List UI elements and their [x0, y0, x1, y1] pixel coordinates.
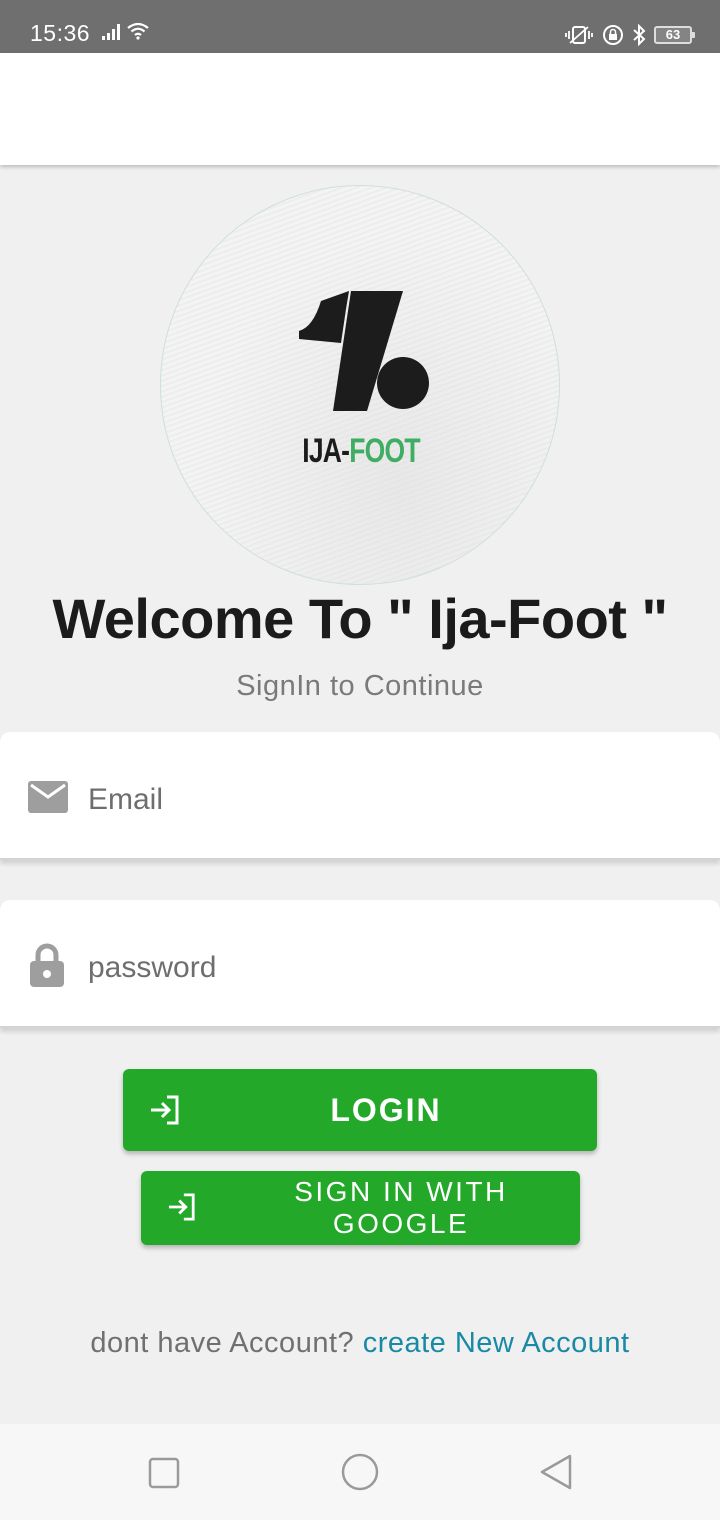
wifi-icon [127, 22, 149, 40]
status-right-icons: 63 [564, 24, 695, 46]
brand-name-part2: FOOT [349, 432, 420, 470]
mail-icon [28, 781, 68, 813]
email-field-container [0, 732, 720, 860]
logo-mark-icon [299, 291, 429, 411]
login-button-label: LOGIN [330, 1091, 442, 1128]
logo-image: IJA-FOOT [160, 185, 560, 585]
brand-name-part1: IJA- [302, 432, 350, 470]
back-triangle-icon[interactable] [538, 1453, 574, 1491]
home-circle-icon[interactable] [340, 1452, 380, 1492]
google-signin-button[interactable]: SIGN IN WITH GOOGLE [141, 1171, 580, 1245]
signin-subtitle: SignIn to Continue [236, 670, 484, 702]
create-account-link[interactable]: create New Account [363, 1327, 630, 1359]
password-input[interactable] [88, 940, 688, 996]
brand-name: IJA-FOOT [205, 432, 517, 471]
google-signin-label: SIGN IN WITH GOOGLE [294, 1176, 508, 1239]
bluetooth-icon [633, 24, 646, 46]
status-bar: 15:36 63 [0, 0, 720, 53]
welcome-title: Welcome To " Ija-Foot " [52, 587, 668, 650]
password-field-container [0, 900, 720, 1028]
rotation-lock-icon [603, 25, 623, 45]
vibrate-icon [565, 26, 593, 44]
lock-icon [30, 943, 64, 987]
login-icon [151, 1095, 179, 1125]
app-bar [0, 53, 720, 165]
login-icon [168, 1193, 195, 1221]
signup-prompt: dont have Account? create New Account [0, 1327, 720, 1360]
status-time: 15:36 [30, 20, 91, 46]
status-left-icons [102, 22, 150, 40]
signal-icon [102, 22, 120, 40]
login-button[interactable]: LOGIN [123, 1069, 597, 1151]
battery-icon: 63 [654, 26, 695, 44]
email-input[interactable] [88, 772, 688, 828]
recents-square-icon[interactable] [148, 1457, 180, 1489]
system-nav-bar [0, 1424, 720, 1520]
signup-prompt-text: dont have Account? [90, 1327, 363, 1359]
